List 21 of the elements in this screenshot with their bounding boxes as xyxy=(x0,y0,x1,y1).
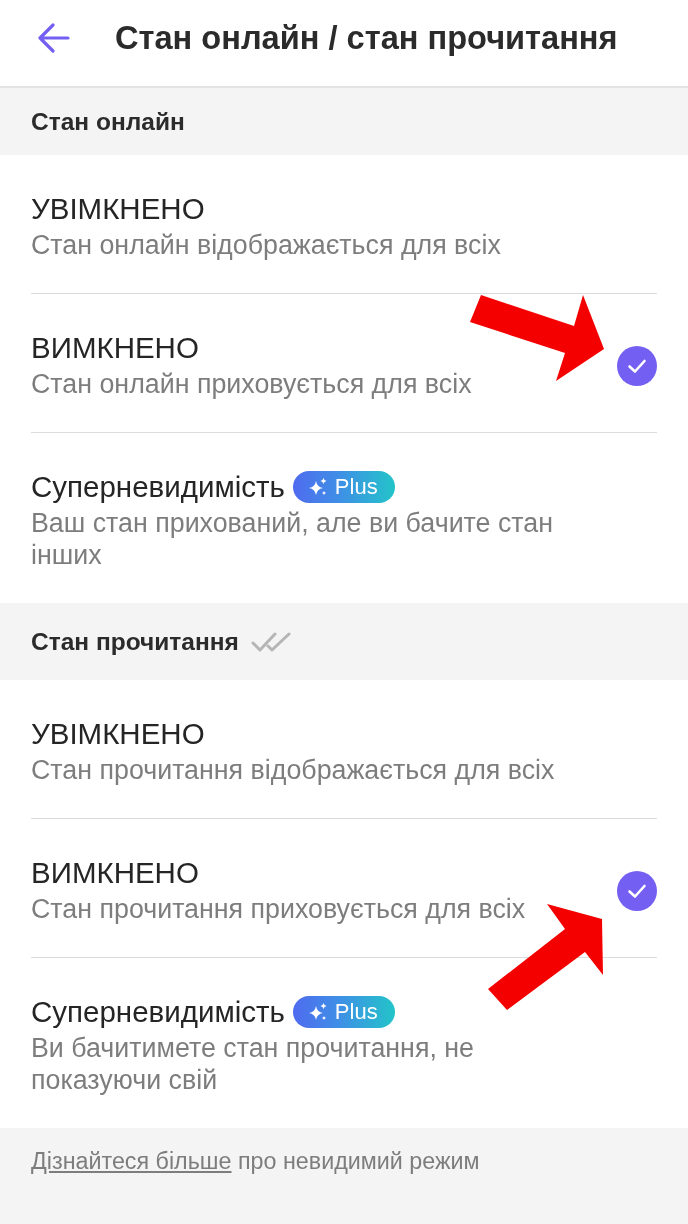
back-icon xyxy=(38,23,70,53)
footer-note: Дізнайтеся більше про невидимий режим xyxy=(31,1147,481,1176)
option-title: ВИМКНЕНО xyxy=(31,856,199,890)
badge-label: Plus xyxy=(334,475,378,499)
option-description: Стан прочитання відображається для всіх xyxy=(31,754,556,786)
section-title: Стан прочитання xyxy=(31,627,239,656)
learn-more-link[interactable]: Дізнайтеся більше xyxy=(31,1148,232,1174)
option-description: Стан онлайн відображається для всіх xyxy=(31,229,502,261)
section-title: Стан онлайн xyxy=(31,107,185,136)
option-title: ВИМКНЕНО xyxy=(31,331,199,365)
option-description: Ваш стан прихований, але ви бачите стан інших xyxy=(31,507,554,571)
option-title: УВІМКНЕНО xyxy=(31,717,205,751)
option-description: Ви бачитимете стан прочитання, не показуючи свій xyxy=(31,1032,475,1096)
back-button[interactable] xyxy=(38,23,70,53)
badge-label: Plus xyxy=(334,1000,378,1024)
option-description: Стан онлайн приховується для всіх xyxy=(31,368,473,400)
option-description: Стан прочитання приховується для всіх xyxy=(31,893,527,925)
page-title: Стан онлайн / стан прочитання xyxy=(115,18,618,58)
option-title: Суперневидимість xyxy=(31,470,285,504)
option-title: Суперневидимість xyxy=(31,995,285,1029)
option-title: УВІМКНЕНО xyxy=(31,192,205,226)
